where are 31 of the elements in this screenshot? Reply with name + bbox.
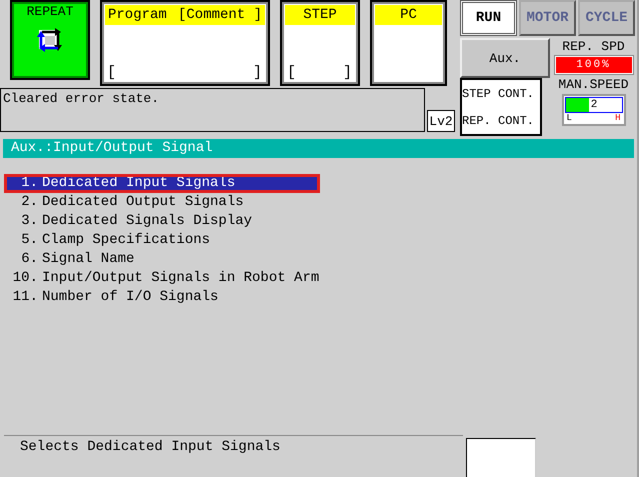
panel-title: [Comment ] bbox=[178, 7, 262, 23]
menu-item[interactable]: 11. Number of I/O Signals bbox=[4, 288, 320, 307]
bracket: [ bbox=[287, 64, 296, 81]
menu-item[interactable]: 10. Input/Output Signals in Robot Arm bbox=[4, 269, 320, 288]
menu-item[interactable]: 5. Clamp Specifications bbox=[4, 231, 320, 250]
bracket: ] bbox=[342, 64, 352, 81]
speed-label: MAN.SPEED bbox=[558, 76, 629, 94]
mode-label: REPEAT bbox=[26, 4, 74, 19]
menu-item[interactable]: 2. Dedicated Output Signals bbox=[4, 193, 320, 212]
speed-label: REP. SPD bbox=[562, 38, 625, 56]
menu-item[interactable]: 3. Dedicated Signals Display bbox=[4, 212, 320, 231]
cont-label: REP. CONT. bbox=[462, 114, 536, 128]
gauge-reading: 2 bbox=[590, 98, 598, 112]
level-badge: Lv2 bbox=[427, 110, 455, 132]
input-field[interactable] bbox=[466, 438, 536, 477]
aux-button[interactable]: Aux. bbox=[460, 38, 550, 78]
menu-item[interactable]: 1. Dedicated Input Signals bbox=[4, 174, 320, 193]
panel-title: PC bbox=[400, 7, 417, 23]
high-label: H bbox=[615, 113, 620, 123]
cont-label: STEP CONT. bbox=[462, 86, 536, 100]
message-text: Cleared error state. bbox=[3, 91, 160, 106]
panel-title: Program bbox=[108, 7, 167, 23]
menu-item[interactable]: 6. Signal Name bbox=[4, 250, 320, 269]
low-label: L bbox=[566, 113, 572, 123]
bracket: ] bbox=[252, 64, 262, 81]
header-title: Aux.:Input/Output Signal bbox=[11, 140, 213, 156]
status-button[interactable]: RUN bbox=[460, 0, 517, 36]
bracket: [ bbox=[107, 64, 116, 81]
speed-reading: 100% bbox=[575, 58, 612, 73]
panel-title: STEP bbox=[303, 7, 337, 23]
help-text: Selects Dedicated Input Signals bbox=[20, 439, 280, 455]
